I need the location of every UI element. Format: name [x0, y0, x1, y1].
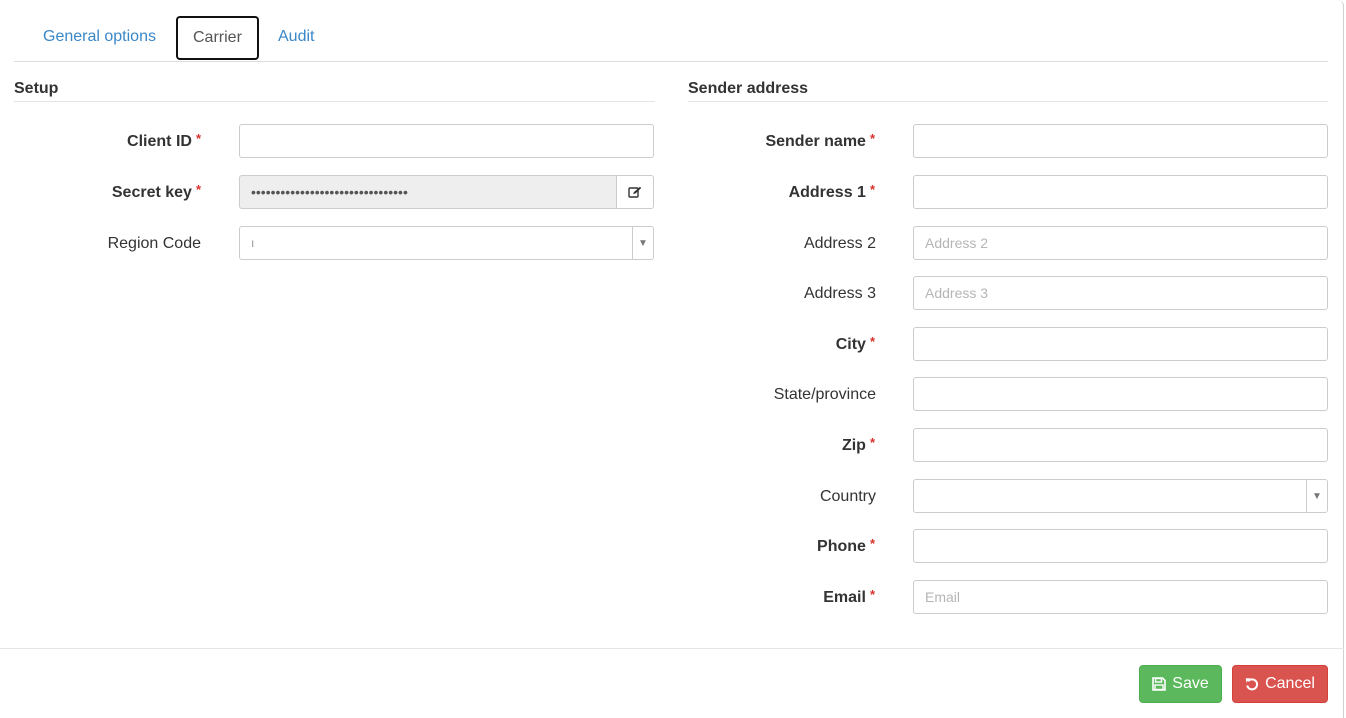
carrier-settings-dialog: General options Carrier Audit Setup Clie…	[0, 0, 1344, 718]
address3-label: Address 3	[803, 285, 876, 302]
tab-bar: General options Carrier Audit	[14, 16, 1328, 62]
zip-input[interactable]	[913, 428, 1328, 462]
save-button-label: Save	[1172, 675, 1209, 692]
save-button[interactable]: Save	[1139, 665, 1222, 703]
state-province-label: State/province	[773, 386, 876, 403]
secret-key-group: ••••••••••••••••••••••••••••••••	[239, 175, 654, 209]
edit-secret-button[interactable]	[616, 175, 654, 209]
setup-title: Setup	[14, 80, 59, 97]
region-code-label: Region Code	[107, 235, 201, 252]
undo-icon	[1245, 678, 1259, 691]
country-label: Country	[819, 488, 876, 505]
sender-address-title: Sender address	[688, 80, 809, 97]
email-label: Email *	[823, 587, 875, 606]
sender-name-label: Sender name *	[765, 131, 875, 150]
address1-label: Address 1 *	[788, 182, 875, 201]
required-marker: *	[869, 435, 875, 450]
setup-divider	[14, 101, 655, 102]
tab-general-options[interactable]: General options	[28, 16, 171, 60]
tab-carrier[interactable]: Carrier	[176, 16, 259, 60]
country-select[interactable]: ▼	[913, 479, 1328, 513]
footer-divider	[0, 648, 1344, 649]
required-marker: *	[869, 587, 875, 602]
floppy-disk-icon	[1152, 677, 1167, 691]
client-id-input[interactable]	[239, 124, 654, 158]
city-input[interactable]	[913, 327, 1328, 361]
tab-audit[interactable]: Audit	[263, 16, 329, 60]
address1-input[interactable]	[913, 175, 1328, 209]
region-code-value: ı	[251, 236, 255, 250]
zip-label: Zip *	[841, 435, 875, 454]
email-input[interactable]	[913, 580, 1328, 614]
caret-down-icon: ▼	[1306, 480, 1327, 512]
secret-key-input[interactable]: ••••••••••••••••••••••••••••••••	[239, 175, 616, 209]
address3-input[interactable]	[913, 276, 1328, 310]
cancel-button-label: Cancel	[1265, 675, 1315, 692]
required-marker: *	[869, 536, 875, 551]
city-label: City *	[835, 334, 875, 353]
required-marker: *	[869, 334, 875, 349]
edit-icon	[628, 186, 642, 198]
required-marker: *	[195, 182, 201, 197]
client-id-label: Client ID *	[127, 131, 201, 150]
sender-divider	[688, 101, 1328, 102]
phone-label: Phone *	[817, 536, 875, 555]
required-marker: *	[869, 182, 875, 197]
cancel-button[interactable]: Cancel	[1232, 665, 1328, 703]
secret-key-label: Secret key *	[111, 182, 201, 201]
address2-input[interactable]	[913, 226, 1328, 260]
state-province-input[interactable]	[913, 377, 1328, 411]
address2-label: Address 2	[803, 235, 876, 252]
region-code-select[interactable]: ı ▼	[239, 226, 654, 260]
caret-down-icon: ▼	[632, 227, 653, 259]
required-marker: *	[869, 131, 875, 146]
phone-input[interactable]	[913, 529, 1328, 563]
sender-name-input[interactable]	[913, 124, 1328, 158]
required-marker: *	[195, 131, 201, 146]
